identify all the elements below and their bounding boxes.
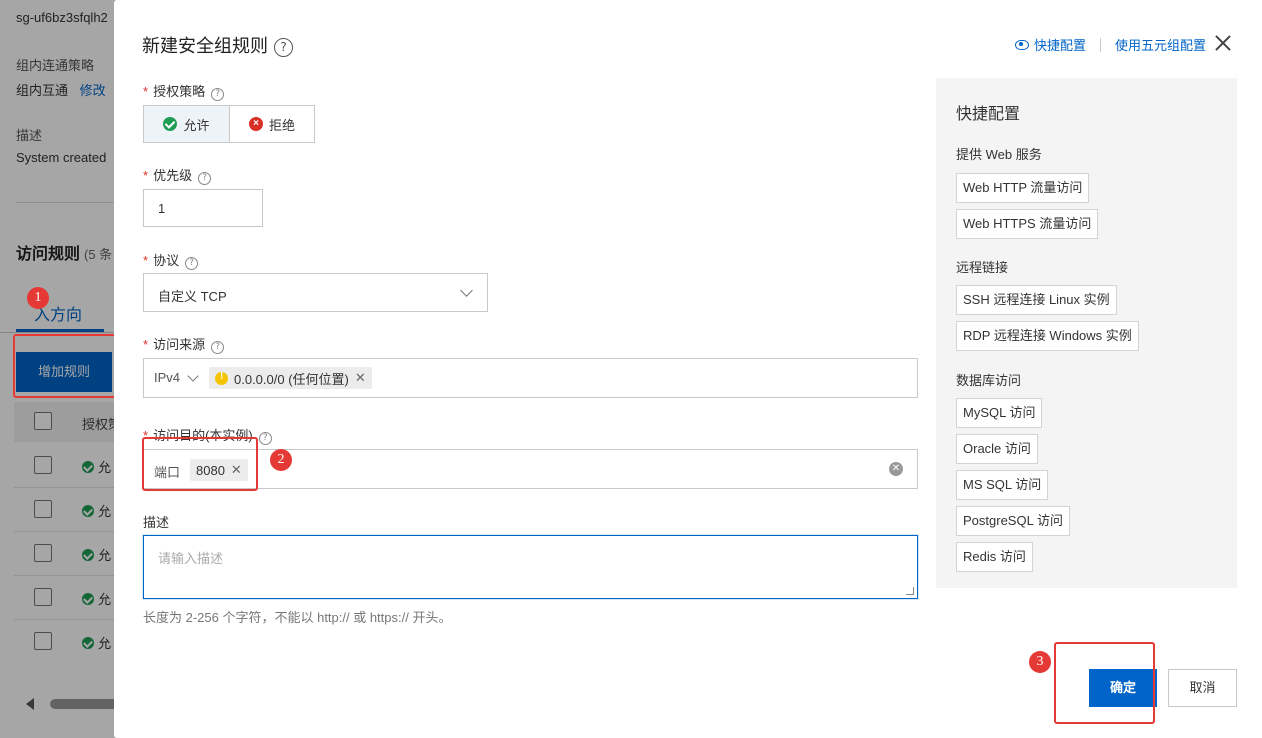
policy-label: * 授权策略? [143, 81, 225, 101]
annotation-badge-step1: 1 [27, 287, 49, 309]
quick-oracle-button[interactable]: Oracle 访问 [956, 434, 1038, 464]
destination-input[interactable]: 端口 8080 ✕ ✕ [143, 449, 918, 489]
help-icon[interactable]: ? [211, 88, 225, 101]
policy-allow-button[interactable]: 允许 [144, 106, 230, 142]
chevron-down-icon [460, 284, 473, 297]
dialog-title: 新建安全组规则? [142, 32, 293, 58]
warning-icon [215, 371, 228, 385]
help-icon[interactable]: ? [258, 432, 272, 445]
chevron-down-icon [187, 369, 199, 382]
source-cidr-tag: 0.0.0.0/0 (任何位置) ✕ [209, 367, 372, 389]
check-circle-icon [163, 117, 178, 131]
required-mark: * [143, 84, 149, 99]
help-icon[interactable]: ? [185, 257, 199, 270]
protocol-label: * 协议? [143, 250, 199, 270]
new-security-rule-dialog: 新建安全组规则? 快捷配置 使用五元组配置 * 授权策略? 允许 × 拒绝 * 优先… [114, 0, 1262, 738]
ip-version-value: IPv4 [154, 370, 181, 385]
policy-label-text: 授权策略 [153, 84, 206, 99]
quick-mssql-button[interactable]: MS SQL 访问 [956, 470, 1049, 500]
annotation-badge-step3: 3 [1029, 651, 1051, 673]
quick-rdp-button[interactable]: RDP 远程连接 Windows 实例 [956, 321, 1139, 351]
priority-value: 1 [158, 201, 166, 216]
help-icon[interactable]: ? [274, 38, 293, 57]
close-circle-icon: × [248, 117, 263, 131]
protocol-value: 自定义 TCP [158, 289, 227, 304]
policy-allow-label: 允许 [183, 117, 210, 133]
quick-group-remote-title: 远程链接 [956, 260, 1009, 275]
quick-group-db-title: 数据库访问 [956, 373, 1022, 388]
help-icon[interactable]: ? [211, 341, 225, 354]
source-label: * 访问来源? [143, 334, 225, 354]
quick-group-web-title: 提供 Web 服务 [956, 147, 1042, 162]
source-input[interactable]: IPv4 0.0.0.0/0 (任何位置) ✕ [143, 358, 918, 398]
five-tuple-config-link[interactable]: 使用五元组配置 [1115, 35, 1206, 54]
quick-postgresql-button[interactable]: PostgreSQL 访问 [956, 506, 1070, 536]
help-icon[interactable]: ? [198, 172, 212, 185]
protocol-label-text: 协议 [153, 253, 180, 268]
annotation-box-step2 [142, 437, 258, 491]
required-mark: * [143, 337, 149, 352]
resize-handle-icon[interactable] [906, 587, 914, 595]
annotation-badge-step2: 2 [270, 449, 292, 471]
description-placeholder: 请输入描述 [158, 551, 224, 566]
policy-segmented-control: 允许 × 拒绝 [143, 105, 315, 143]
quick-ssh-button[interactable]: SSH 远程连接 Linux 实例 [956, 285, 1117, 315]
ip-version-select[interactable]: IPv4 [154, 369, 199, 385]
policy-deny-label: 拒绝 [268, 117, 295, 133]
annotation-box-step3 [1054, 642, 1155, 724]
description-label: 描述 [143, 515, 170, 530]
close-icon[interactable] [1212, 32, 1234, 54]
source-cidr-text: 0.0.0.0/0 (任何位置) [234, 371, 349, 387]
quick-config-link-text: 快捷配置 [1033, 38, 1086, 53]
quick-config-title: 快捷配置 [956, 106, 1021, 123]
quick-config-link[interactable]: 快捷配置 [1014, 35, 1086, 54]
protocol-select[interactable]: 自定义 TCP [143, 273, 488, 312]
description-textarea[interactable]: 请输入描述 [143, 535, 918, 599]
eye-icon [1014, 39, 1029, 50]
priority-label: * 优先级? [143, 165, 212, 185]
required-mark: * [143, 168, 149, 183]
policy-deny-button[interactable]: × 拒绝 [230, 106, 314, 142]
cancel-button[interactable]: 取消 [1168, 669, 1237, 707]
top-links: 快捷配置 使用五元组配置 [1014, 35, 1206, 54]
priority-input[interactable]: 1 [143, 189, 263, 227]
priority-label-text: 优先级 [153, 168, 193, 183]
quick-web-http-button[interactable]: Web HTTP 流量访问 [956, 173, 1090, 203]
clear-icon[interactable]: ✕ [889, 462, 903, 476]
dialog-title-text: 新建安全组规则 [142, 36, 268, 56]
link-separator [1099, 37, 1101, 52]
required-mark: * [143, 253, 149, 268]
annotation-box-step1 [13, 334, 116, 398]
quick-redis-button[interactable]: Redis 访问 [956, 542, 1033, 572]
source-label-text: 访问来源 [153, 337, 206, 352]
quick-mysql-button[interactable]: MySQL 访问 [956, 398, 1043, 428]
quick-web-https-button[interactable]: Web HTTPS 流量访问 [956, 209, 1099, 239]
remove-tag-icon[interactable]: ✕ [355, 370, 366, 386]
quick-config-panel: 快捷配置 提供 Web 服务 Web HTTP 流量访问 Web HTTPS 流… [936, 78, 1237, 588]
description-hint: 长度为 2-256 个字符，不能以 http:// 或 https:// 开头。 [143, 610, 452, 625]
